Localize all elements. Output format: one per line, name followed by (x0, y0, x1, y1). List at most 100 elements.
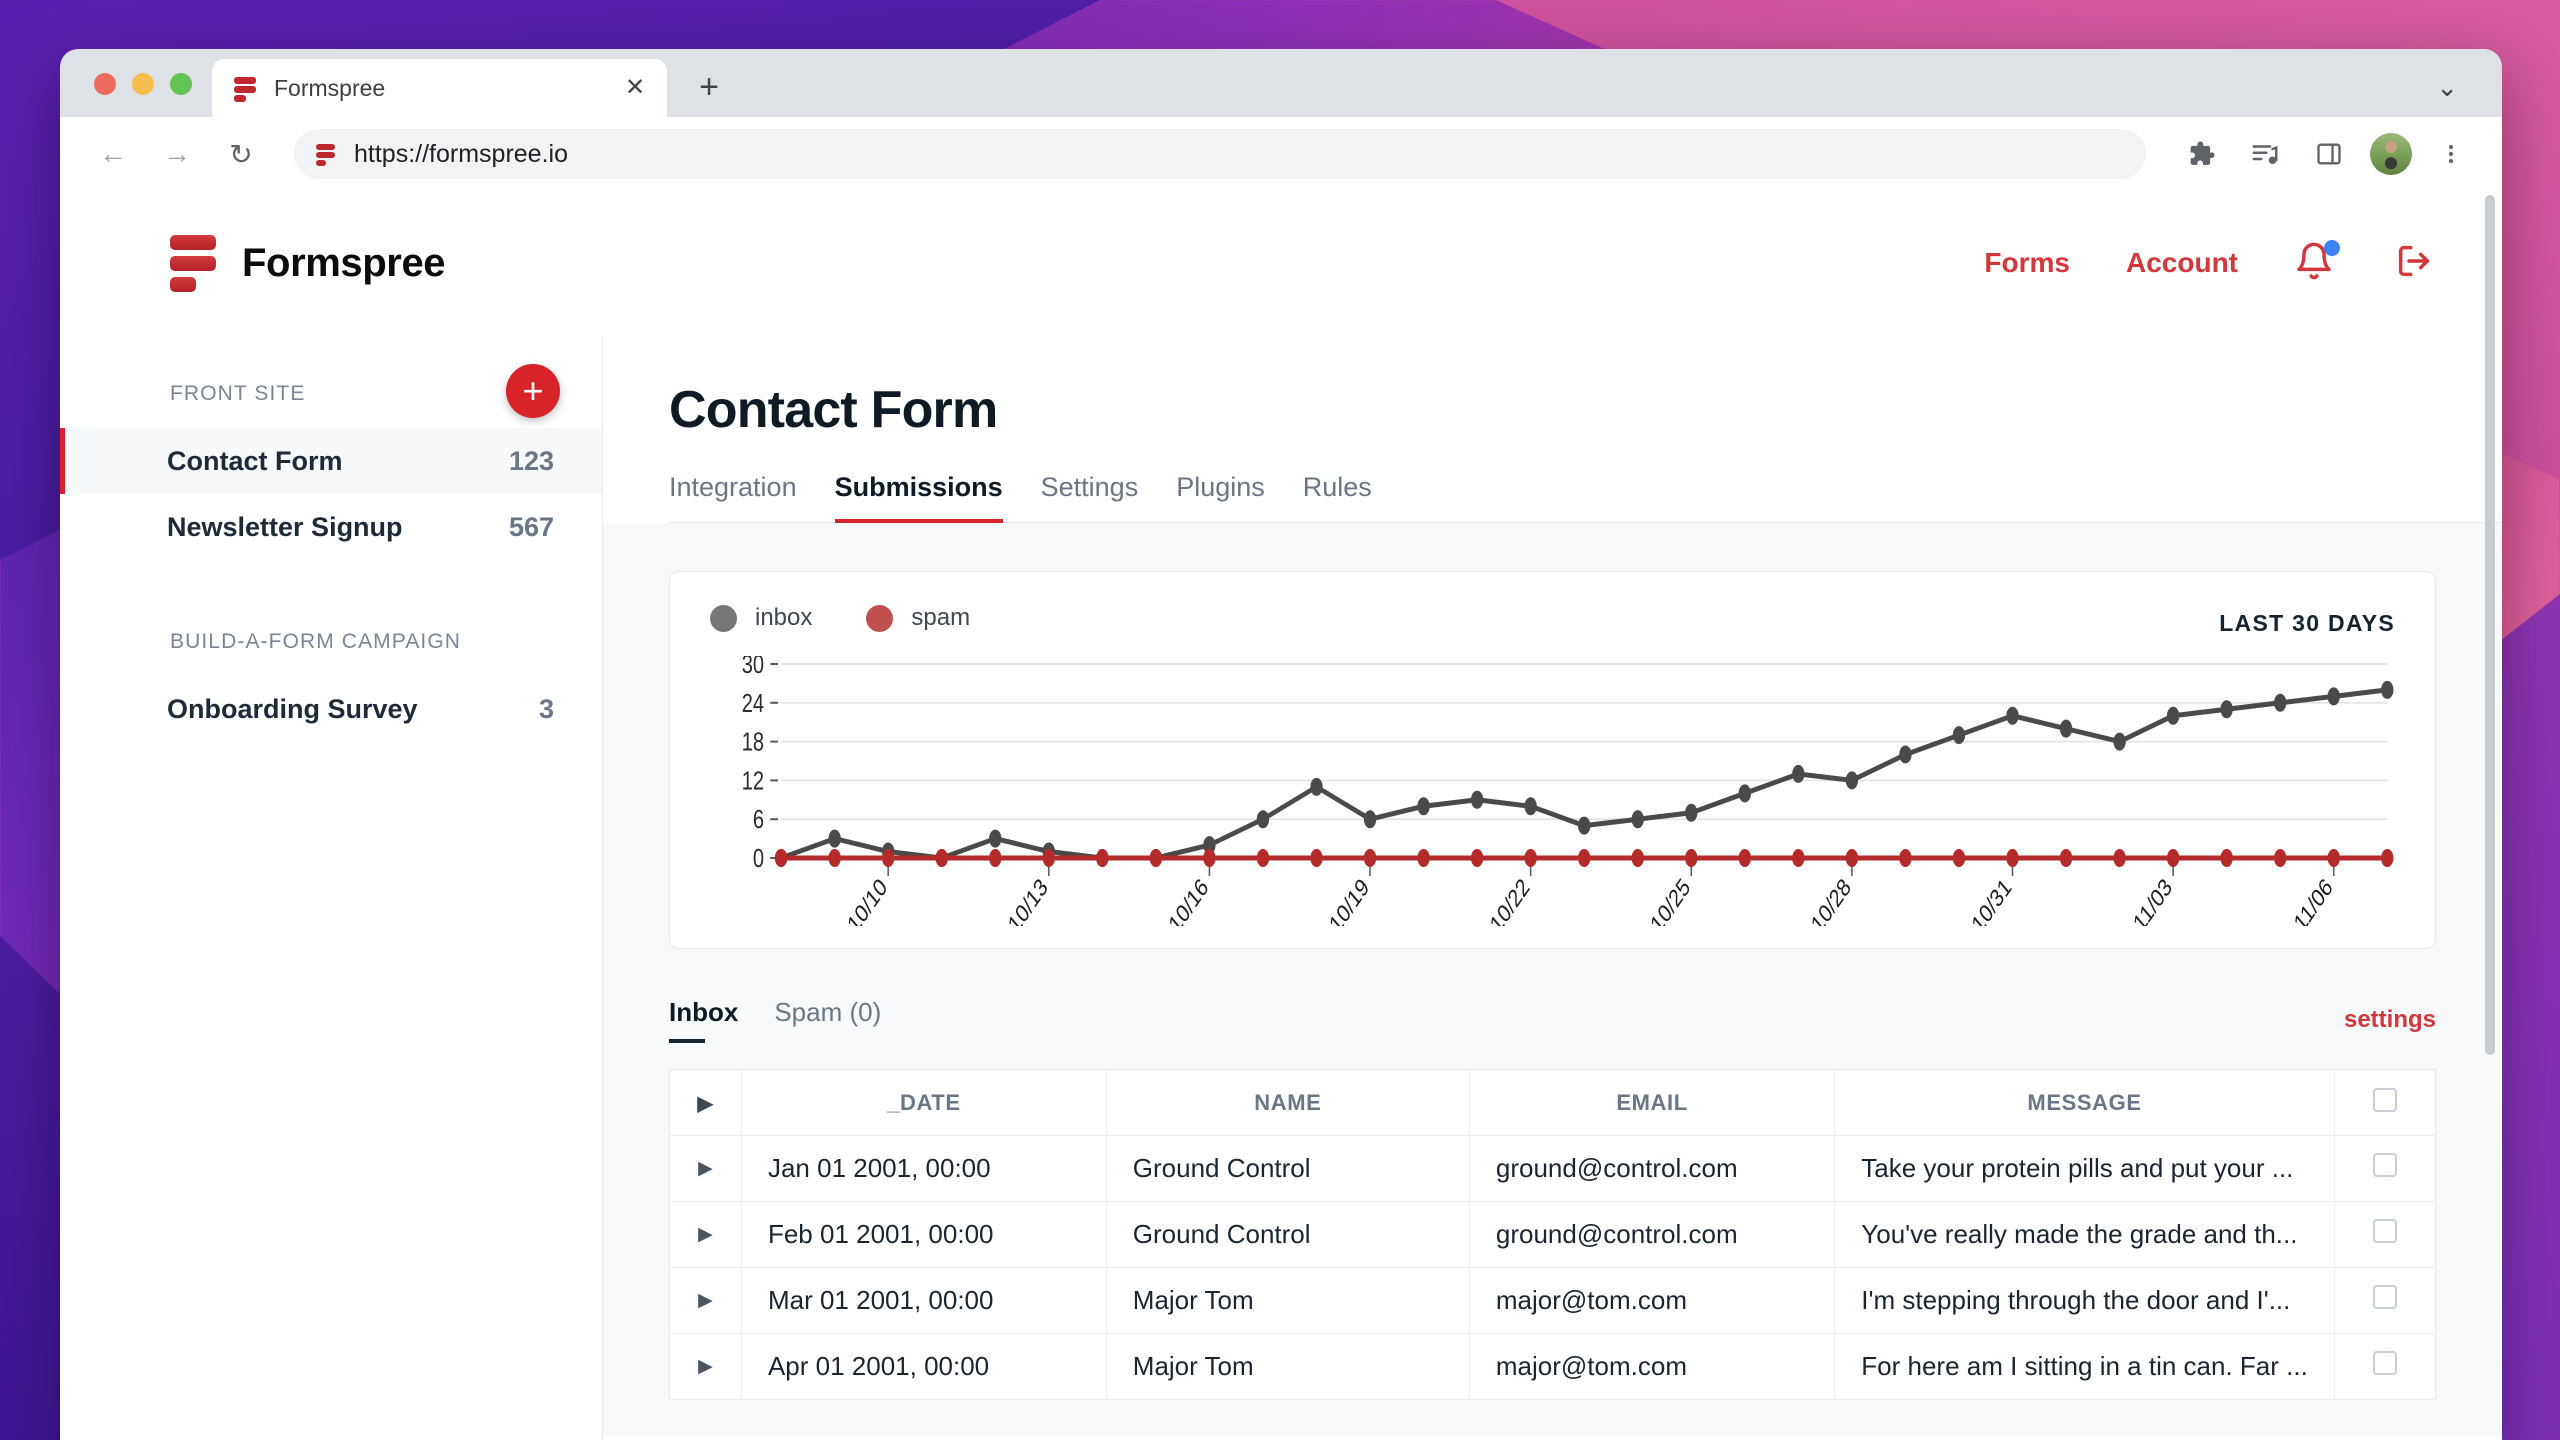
forward-button[interactable]: → (150, 127, 204, 181)
site-favicon-icon (316, 143, 336, 166)
column-expand: ▶ (669, 1069, 742, 1136)
new-tab-button[interactable]: + (683, 61, 735, 113)
row-expand-icon[interactable]: ▶ (669, 1267, 742, 1334)
table-row[interactable]: ▶ Feb 01 2001, 00:00 Ground Control grou… (669, 1201, 2436, 1268)
logout-icon[interactable] (2394, 241, 2434, 286)
table-head: ▶ _DATE NAME EMAIL MESSAGE (669, 1069, 2436, 1136)
nav-link-account[interactable]: Account (2126, 247, 2238, 279)
cell-select (2334, 1333, 2436, 1400)
row-checkbox[interactable] (2372, 1219, 2397, 1243)
cell-date: Feb 01 2001, 00:00 (741, 1201, 1107, 1268)
reload-button[interactable]: ↻ (214, 127, 268, 181)
close-window-button[interactable] (94, 73, 116, 95)
bell-icon[interactable] (2294, 240, 2340, 285)
profile-avatar[interactable] (2370, 133, 2412, 175)
svg-text:30: 30 (742, 656, 764, 679)
cell-email: ground@control.com (1469, 1201, 1836, 1268)
chart-plot-area: 0 6 12 18 24 30 10/10 10/13 10/16 10/19 10/22 10/25… (710, 656, 2395, 926)
scrollbar-thumb[interactable] (2485, 195, 2495, 1055)
nav-link-forms[interactable]: Forms (1984, 247, 2070, 279)
add-form-button[interactable]: + (506, 364, 560, 418)
submissions-table: ▶ _DATE NAME EMAIL MESSAGE ▶ Jan 01 2001… (669, 1069, 2436, 1400)
row-checkbox[interactable] (2372, 1285, 2397, 1309)
address-bar-url: https://formspree.io (354, 139, 568, 168)
sidebar: + FRONT SITE Contact Form 123 Newsletter… (60, 336, 603, 1440)
chevron-down-icon[interactable]: ⌄ (2436, 72, 2458, 103)
notification-badge (2324, 240, 2340, 256)
svg-text:10/16: 10/16 (1164, 873, 1212, 926)
column-message[interactable]: MESSAGE (1834, 1069, 2335, 1136)
form-tabs: Integration Submissions Settings Plugins… (669, 472, 2502, 523)
column-select-all (2334, 1069, 2436, 1136)
cell-message: For here am I sitting in a tin can. Far … (1834, 1333, 2335, 1400)
column-date[interactable]: _DATE (741, 1069, 1107, 1136)
browser-tab-title: Formspree (274, 74, 386, 101)
cell-date: Mar 01 2001, 00:00 (741, 1267, 1107, 1334)
table-settings-link[interactable]: settings (2344, 1006, 2436, 1034)
tab-inbox[interactable]: Inbox (669, 997, 738, 1043)
expand-all-icon[interactable]: ▶ (697, 1093, 713, 1115)
submissions-panel: inbox spam LAST 30 DAYS 0 6 12 18 24 30 10/10 1… (603, 523, 2502, 1436)
page-viewport: Formspree Forms Account + FRONT SITE Con… (60, 191, 2502, 1440)
extensions-puzzle-icon[interactable] (2176, 129, 2226, 179)
sidebar-item-label: Newsletter Signup (167, 511, 403, 542)
legend-item-inbox[interactable]: inbox (710, 604, 812, 632)
cell-name: Ground Control (1106, 1201, 1470, 1268)
tab-settings[interactable]: Settings (1041, 472, 1139, 522)
chart-range-label: LAST 30 DAYS (2219, 610, 2395, 636)
brand-name: Formspree (242, 240, 446, 285)
address-bar[interactable]: https://formspree.io (294, 129, 2146, 179)
table-row[interactable]: ▶ Jan 01 2001, 00:00 Ground Control grou… (669, 1135, 2436, 1202)
select-all-checkbox[interactable] (2372, 1087, 2397, 1112)
sidebar-item-label: Onboarding Survey (167, 693, 418, 724)
table-header-row: ▶ _DATE NAME EMAIL MESSAGE (669, 1069, 2436, 1136)
sidebar-item-onboarding-survey[interactable]: Onboarding Survey 3 (60, 676, 602, 742)
tab-rules[interactable]: Rules (1303, 472, 1372, 522)
legend-label-inbox: inbox (755, 604, 813, 631)
reading-list-icon[interactable] (2240, 129, 2290, 179)
sidebar-item-contact-form[interactable]: Contact Form 123 (60, 428, 602, 494)
cell-select (2334, 1267, 2436, 1334)
legend-item-spam[interactable]: spam (866, 604, 970, 632)
row-expand-icon[interactable]: ▶ (669, 1333, 742, 1400)
table-row[interactable]: ▶ Apr 01 2001, 00:00 Major Tom major@tom… (669, 1333, 2436, 1400)
main-content: Contact Form Integration Submissions Set… (603, 336, 2502, 1440)
three-dot-menu-icon[interactable] (2426, 129, 2476, 179)
minimize-window-button[interactable] (132, 73, 154, 95)
cell-select (2334, 1135, 2436, 1202)
formspree-logo-icon (170, 235, 216, 292)
tab-submissions[interactable]: Submissions (834, 472, 1003, 523)
chart-legend: inbox spam (710, 604, 2395, 632)
submissions-chart-card: inbox spam LAST 30 DAYS 0 6 12 18 24 30 10/10 1… (669, 571, 2436, 949)
svg-text:10/31: 10/31 (1967, 873, 2015, 926)
column-name[interactable]: NAME (1106, 1069, 1470, 1136)
row-checkbox[interactable] (2372, 1351, 2397, 1375)
browser-tab[interactable]: Formspree ✕ (212, 59, 667, 117)
browser-toolbar: ← → ↻ https://formspree.io (60, 117, 2502, 191)
cell-email: major@tom.com (1469, 1333, 1836, 1400)
tab-spam[interactable]: Spam (0) (774, 997, 881, 1043)
column-email[interactable]: EMAIL (1469, 1069, 1836, 1136)
cell-email: major@tom.com (1469, 1267, 1836, 1334)
app-header-nav: Forms Account (1984, 240, 2434, 286)
formspree-brand[interactable]: Formspree (170, 235, 446, 292)
page-title: Contact Form (669, 381, 998, 439)
maximize-window-button[interactable] (170, 73, 192, 95)
tab-plugins[interactable]: Plugins (1176, 472, 1265, 522)
page-body: + FRONT SITE Contact Form 123 Newsletter… (60, 336, 2502, 1440)
row-expand-icon[interactable]: ▶ (669, 1135, 742, 1202)
tab-integration[interactable]: Integration (669, 472, 797, 522)
svg-text:10/13: 10/13 (1004, 873, 1052, 926)
svg-text:12: 12 (742, 766, 764, 795)
svg-text:10/19: 10/19 (1325, 873, 1373, 926)
row-expand-icon[interactable]: ▶ (669, 1201, 742, 1268)
back-button[interactable]: ← (86, 127, 140, 181)
side-panel-icon[interactable] (2304, 129, 2354, 179)
legend-swatch-inbox (710, 604, 737, 632)
row-checkbox[interactable] (2372, 1153, 2397, 1177)
page-scrollbar[interactable] (2482, 191, 2498, 1440)
close-tab-icon[interactable]: ✕ (619, 72, 651, 104)
cell-select (2334, 1201, 2436, 1268)
table-row[interactable]: ▶ Mar 01 2001, 00:00 Major Tom major@tom… (669, 1267, 2436, 1334)
sidebar-item-newsletter-signup[interactable]: Newsletter Signup 567 (60, 494, 602, 560)
